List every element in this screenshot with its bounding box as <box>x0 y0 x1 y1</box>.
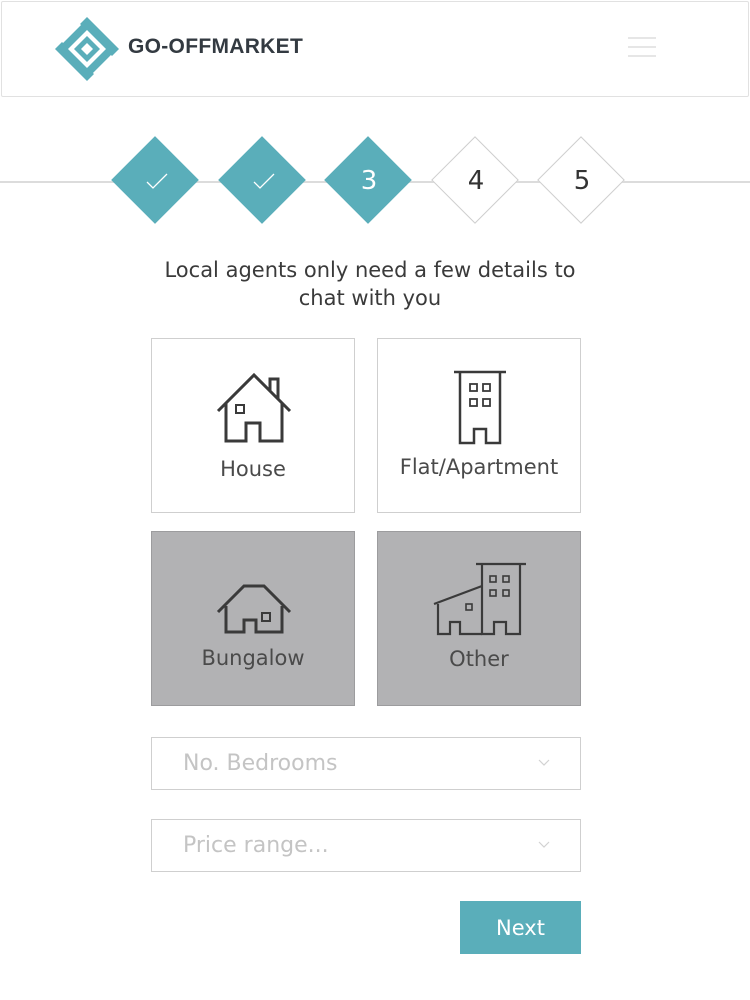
house-icon <box>216 372 292 443</box>
diamond-logo-icon[interactable] <box>54 16 120 82</box>
hamburger-menu-icon[interactable] <box>620 30 664 64</box>
brand-name[interactable]: GO-OFFMARKET <box>128 35 303 59</box>
card-label: Bungalow <box>201 646 305 670</box>
property-type-bungalow[interactable]: Bungalow <box>151 531 355 706</box>
step-number: 4 <box>467 166 485 196</box>
step-number: 3 <box>360 166 378 196</box>
top-header: GO-OFFMARKET <box>1 1 749 97</box>
step-5: 5 <box>537 136 627 226</box>
check-icon <box>146 173 168 189</box>
step-4: 4 <box>431 136 521 226</box>
step-number: 5 <box>573 166 591 196</box>
card-label: House <box>220 457 286 481</box>
check-icon <box>253 173 275 189</box>
price-range-select[interactable]: Price range... <box>151 819 581 872</box>
bungalow-icon <box>216 584 292 634</box>
property-type-flat-apartment[interactable]: Flat/Apartment <box>377 338 581 513</box>
step-1-complete <box>111 136 201 226</box>
bedrooms-placeholder: No. Bedrooms <box>183 751 338 776</box>
bedrooms-select[interactable]: No. Bedrooms <box>151 737 581 790</box>
card-label: Flat/Apartment <box>399 455 559 479</box>
step-2-complete <box>218 136 308 226</box>
other-buildings-icon <box>433 562 526 636</box>
chevron-down-icon <box>538 759 550 766</box>
property-type-house[interactable]: House <box>151 338 355 513</box>
intro-text: Local agents only need a few details to … <box>150 256 590 312</box>
intro-line-1: Local agents only need a few details to <box>164 258 576 282</box>
apartment-building-icon <box>454 370 506 445</box>
card-label: Other <box>449 647 509 671</box>
intro-line-2: chat with you <box>298 286 442 310</box>
property-type-other[interactable]: Other <box>377 531 581 706</box>
next-button[interactable]: Next <box>460 901 581 954</box>
price-range-placeholder: Price range... <box>183 833 329 858</box>
step-3-current: 3 <box>324 136 414 226</box>
chevron-down-icon <box>538 841 550 848</box>
